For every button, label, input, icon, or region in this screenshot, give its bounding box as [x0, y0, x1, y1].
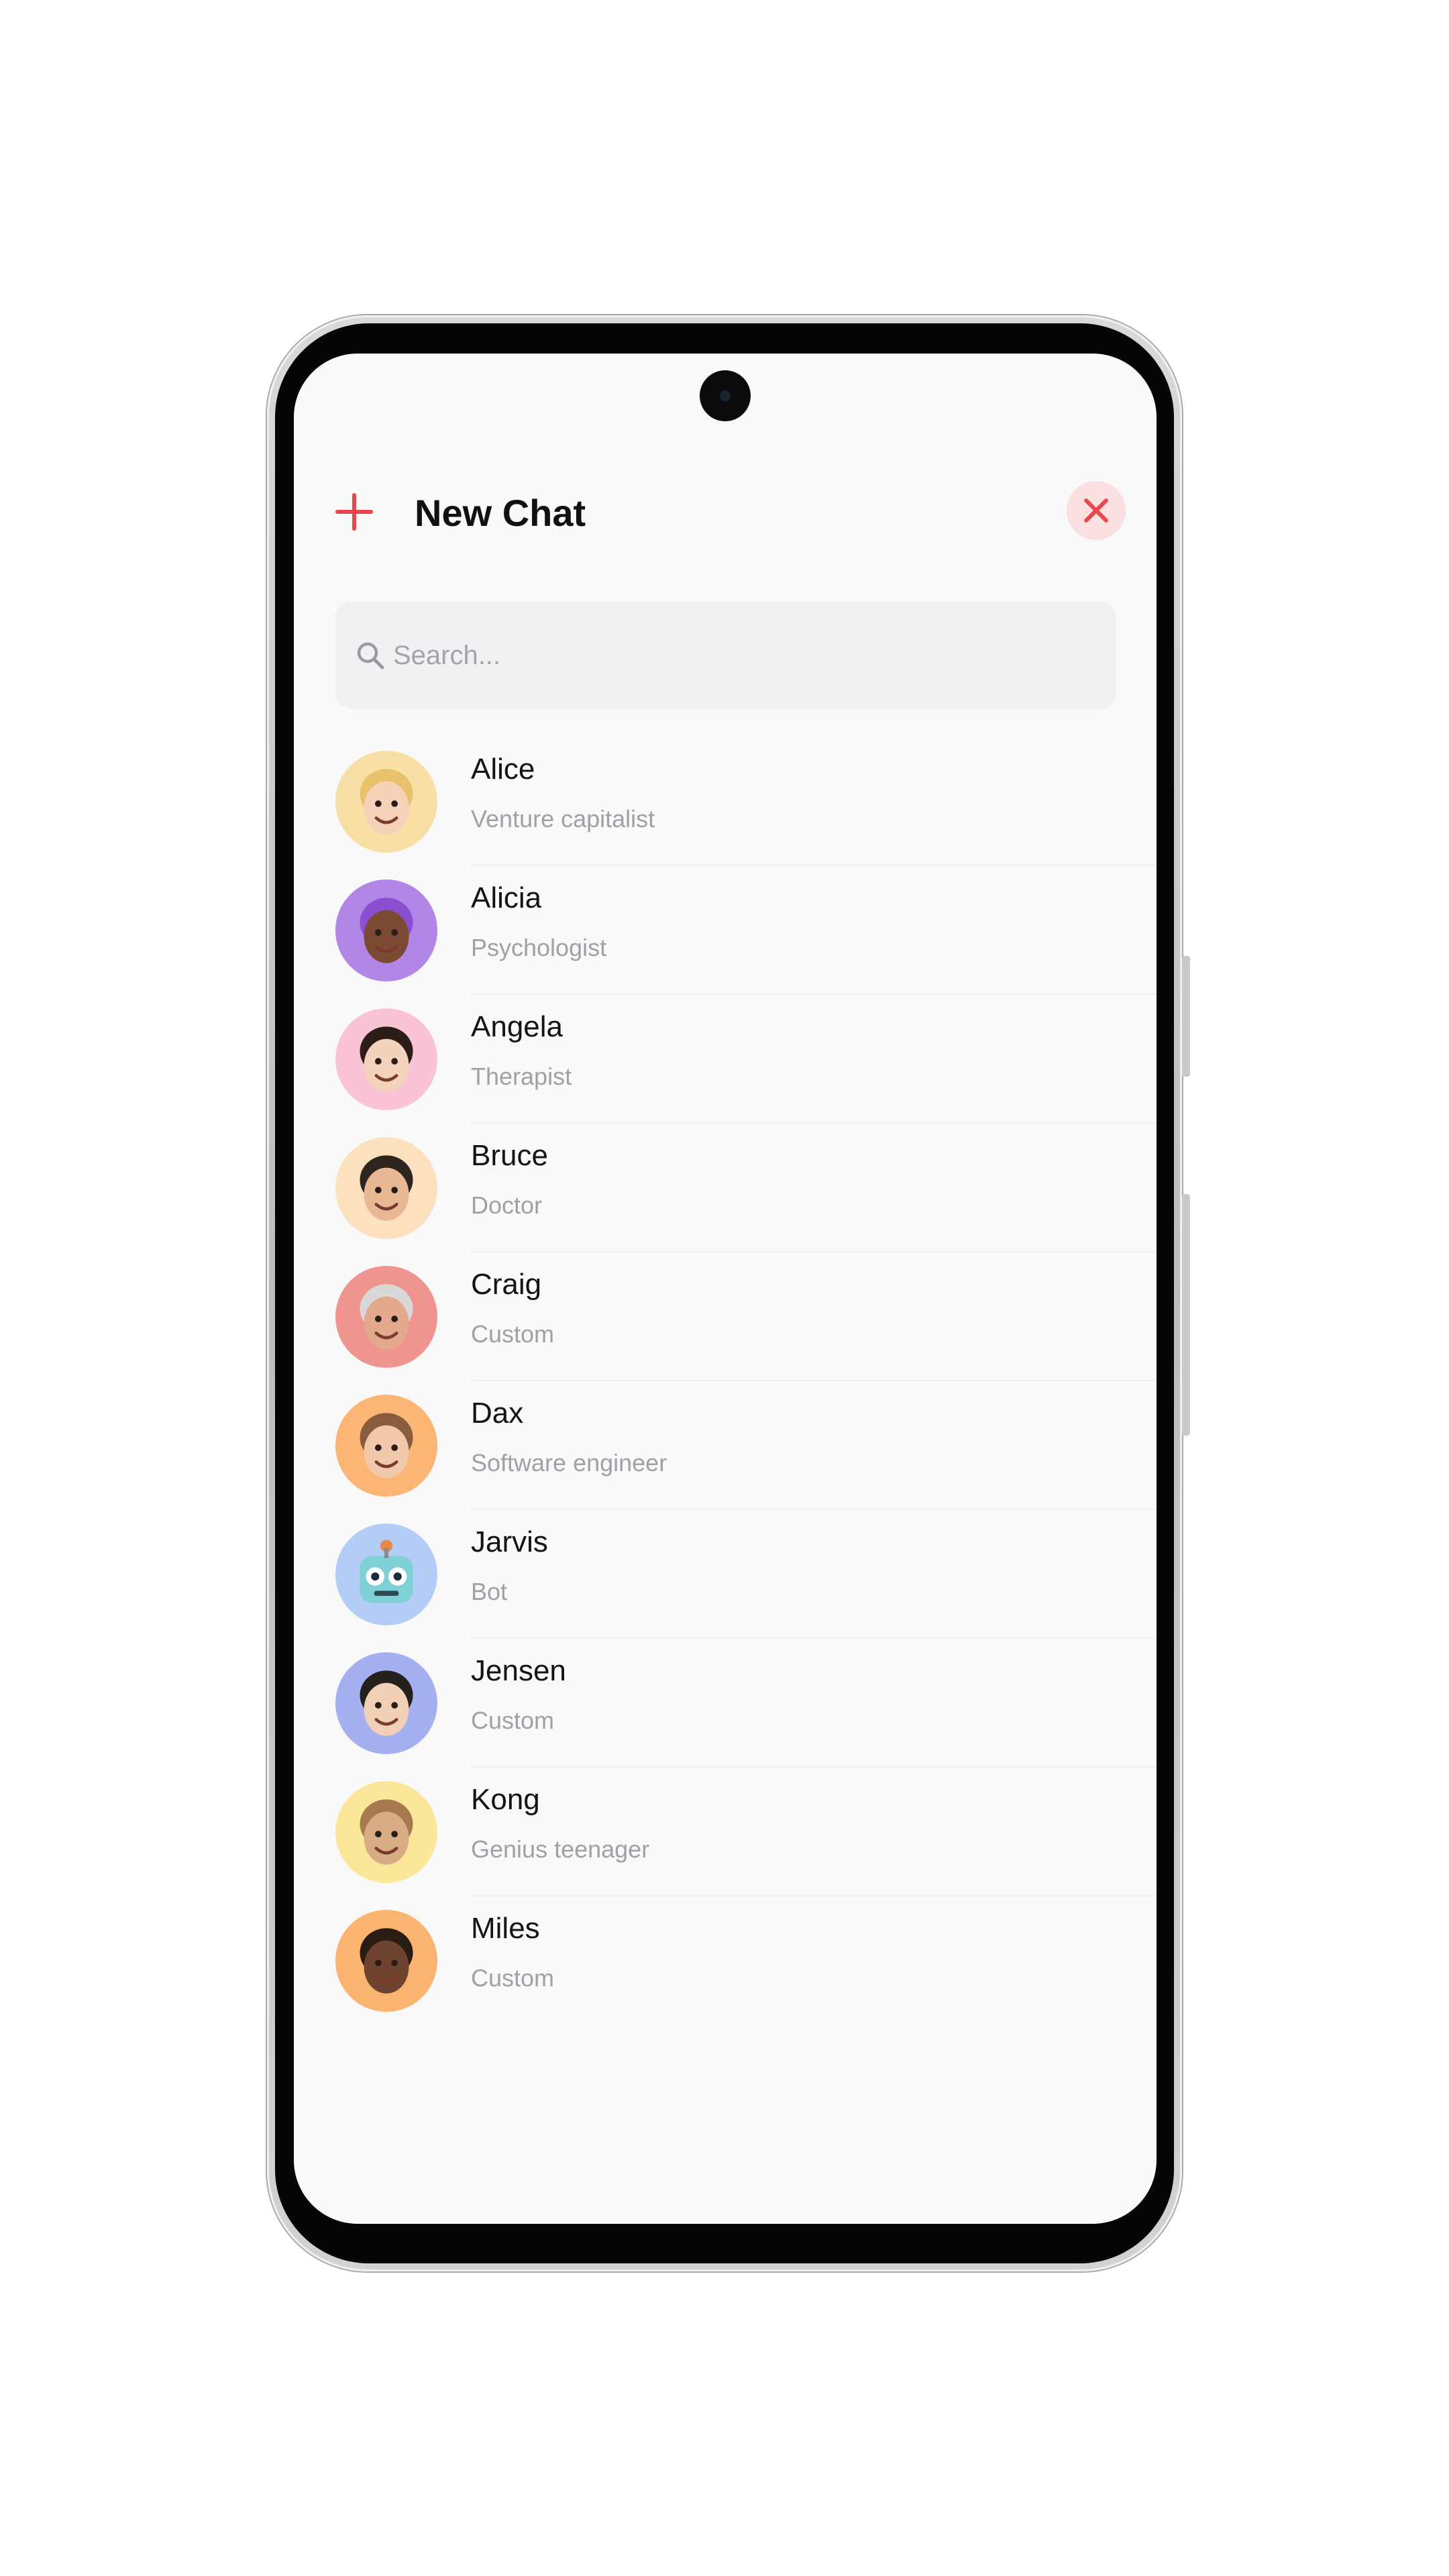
list-item[interactable]: Kong Genius teenager — [294, 1768, 1157, 1896]
contact-name: Alicia — [471, 881, 542, 914]
avatar-face-icon — [360, 898, 413, 963]
avatar — [335, 1523, 437, 1625]
contact-role: Therapist — [471, 1063, 572, 1090]
contact-role: Bot — [471, 1578, 508, 1605]
avatar — [335, 1008, 437, 1110]
avatar-face-icon — [360, 1284, 413, 1350]
contact-role: Genius teenager — [471, 1835, 650, 1863]
contact-role: Venture capitalist — [471, 805, 655, 833]
eye — [391, 929, 398, 936]
avatar-face-icon — [360, 1540, 413, 1603]
contact-name: Jensen — [471, 1654, 566, 1687]
robot-pupil — [393, 1572, 402, 1581]
face-shape — [364, 1296, 409, 1350]
eye — [391, 1444, 398, 1451]
eye — [374, 1702, 382, 1709]
search-icon — [357, 642, 384, 669]
contact-name: Miles — [471, 1912, 540, 1945]
avatar-face-icon — [360, 1928, 413, 1994]
face-shape — [364, 1811, 409, 1865]
contact-name: Angela — [471, 1010, 564, 1043]
eye — [374, 1960, 382, 1966]
face-shape — [364, 1038, 409, 1092]
avatar — [335, 1910, 437, 2012]
eye — [391, 1702, 398, 1709]
list-item[interactable]: Miles Custom — [294, 1896, 1157, 2025]
eye — [374, 1187, 382, 1193]
page-title: New Chat — [415, 492, 586, 534]
list-item[interactable]: Alice Venture capitalist — [294, 737, 1157, 866]
avatar — [335, 751, 437, 853]
eye — [391, 1831, 398, 1837]
eye — [374, 929, 382, 936]
face-shape — [364, 781, 409, 835]
eye — [391, 1187, 398, 1193]
eye — [374, 800, 382, 807]
eye — [391, 1960, 398, 1966]
eye — [374, 1058, 382, 1065]
list-item[interactable]: Jensen Custom — [294, 1639, 1157, 1768]
contact-list: Alice Venture capitalist Alicia Psycholo… — [294, 737, 1157, 2025]
contact-role: Custom — [471, 1320, 555, 1348]
list-item[interactable]: Angela Therapist — [294, 995, 1157, 1124]
contact-name: Dax — [471, 1397, 524, 1430]
contact-role: Psychologist — [471, 934, 607, 961]
header: New Chat — [294, 481, 1157, 555]
search-bar[interactable] — [335, 602, 1116, 709]
robot-antenna-stem — [384, 1548, 389, 1558]
face-shape — [364, 1167, 409, 1221]
face-shape — [364, 1682, 409, 1736]
eye — [374, 1444, 382, 1451]
robot-mouth — [374, 1591, 399, 1596]
avatar-face-icon — [360, 1413, 413, 1479]
eye — [391, 800, 398, 807]
contact-role: Software engineer — [471, 1449, 667, 1477]
contact-name: Craig — [471, 1268, 542, 1301]
search-input[interactable] — [393, 602, 1091, 709]
contact-role: Custom — [471, 1964, 555, 1992]
avatar — [335, 1652, 437, 1754]
avatar-face-icon — [360, 769, 413, 835]
contact-name: Alice — [471, 753, 535, 786]
avatar-face-icon — [360, 1670, 413, 1736]
avatar-face-icon — [360, 1799, 413, 1865]
list-item[interactable]: Dax Software engineer — [294, 1381, 1157, 1510]
contact-role: Custom — [471, 1707, 555, 1734]
contact-name: Jarvis — [471, 1525, 548, 1558]
plus-icon[interactable] — [335, 493, 373, 531]
contact-role: Doctor — [471, 1191, 543, 1219]
contact-name: Bruce — [471, 1139, 548, 1172]
face-shape — [364, 1425, 409, 1479]
list-item[interactable]: Craig Custom — [294, 1252, 1157, 1381]
avatar-face-icon — [360, 1026, 413, 1092]
avatar — [335, 1781, 437, 1883]
list-item[interactable]: Alicia Psychologist — [294, 866, 1157, 995]
face-shape — [364, 1940, 409, 1994]
avatar — [335, 1266, 437, 1368]
avatar-face-icon — [360, 1155, 413, 1221]
eye — [374, 1831, 382, 1837]
avatar — [335, 879, 437, 981]
robot-pupil — [371, 1572, 380, 1581]
list-item[interactable]: Bruce Doctor — [294, 1124, 1157, 1252]
power-button — [1182, 1194, 1190, 1436]
list-item[interactable]: Jarvis Bot — [294, 1510, 1157, 1639]
eye — [391, 1316, 398, 1322]
face-shape — [364, 910, 409, 963]
avatar — [335, 1137, 437, 1239]
eye — [391, 1058, 398, 1065]
close-button[interactable] — [1067, 481, 1126, 540]
volume-button — [1182, 956, 1190, 1077]
eye — [374, 1316, 382, 1322]
app-screen: New Chat Alice Venture capitalist Alicia… — [294, 354, 1157, 2224]
contact-name: Kong — [471, 1783, 540, 1816]
front-camera — [700, 370, 751, 421]
avatar — [335, 1395, 437, 1497]
